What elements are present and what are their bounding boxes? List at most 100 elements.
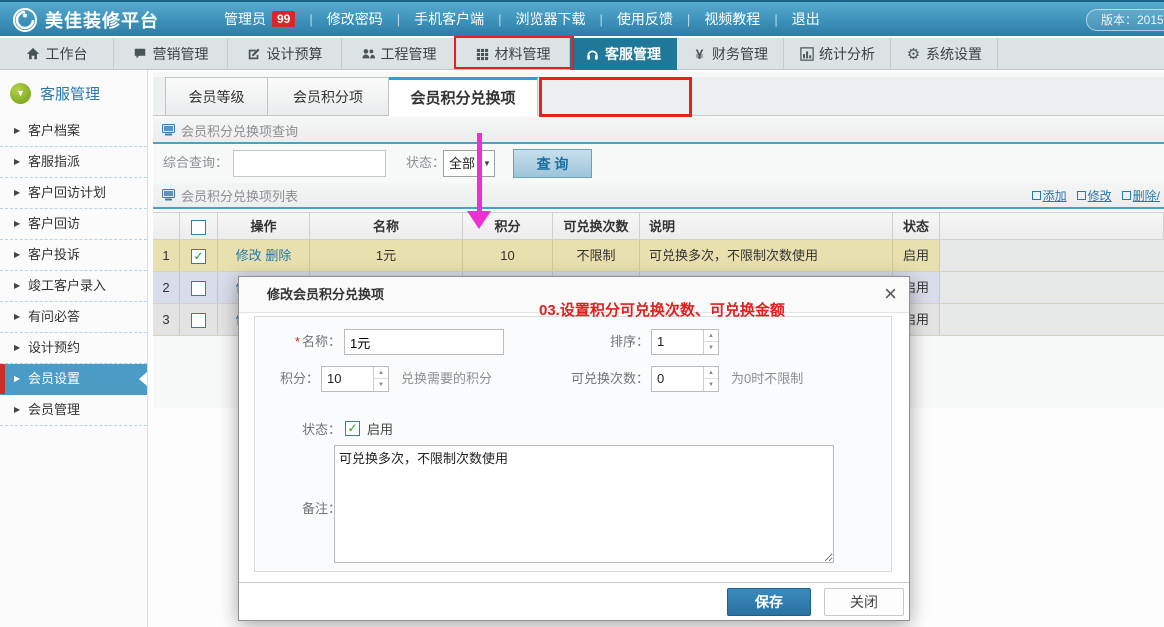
- edit-link[interactable]: 修改: [236, 248, 262, 263]
- sidebar-item-2[interactable]: ▶客户回访计划: [0, 178, 147, 209]
- stepper-up-icon[interactable]: ▲: [704, 330, 718, 342]
- sidebar-item-label: 客户回访计划: [28, 185, 106, 200]
- header-menu-item[interactable]: 退出: [778, 9, 834, 29]
- nav-tab-label: 工程管理: [381, 44, 437, 64]
- content-tab-0[interactable]: 会员等级: [165, 77, 268, 116]
- triangle-right-icon: ▶: [14, 271, 20, 301]
- list-link-label: 修改: [1088, 187, 1112, 204]
- row-index: 2: [153, 272, 180, 303]
- cell-filler: [940, 240, 1164, 271]
- sort-stepper[interactable]: 1 ▲▼: [651, 329, 719, 355]
- chat-icon: [133, 47, 148, 62]
- list-section-header: 会员积分兑换项列表 添加 修改删除/: [153, 183, 1164, 209]
- monitor-icon: [162, 189, 175, 201]
- required-asterisk: *: [295, 334, 300, 349]
- sidebar-item-label: 客户档案: [28, 123, 80, 138]
- sidebar-item-7[interactable]: ▶设计预约: [0, 333, 147, 364]
- remark-textarea[interactable]: 可兑换多次，不限制次数使用: [334, 445, 834, 563]
- select-all-checkbox[interactable]: [191, 220, 206, 235]
- enabled-checkbox[interactable]: ✓: [345, 421, 360, 436]
- row-checkbox-cell: [180, 304, 218, 335]
- square-icon: [1077, 191, 1086, 200]
- home-icon: [26, 47, 41, 62]
- times-label: 可兑换次数：: [521, 366, 649, 392]
- delete-link[interactable]: 删除: [265, 248, 291, 263]
- row-index: 1: [153, 240, 180, 271]
- close-button[interactable]: 关闭: [824, 588, 904, 616]
- admin-menu-item[interactable]: 管理员 99: [210, 9, 309, 29]
- circle-chevron-down-icon[interactable]: ▼: [10, 83, 31, 104]
- row-checkbox[interactable]: ✓: [191, 249, 206, 264]
- name-field[interactable]: [344, 329, 504, 355]
- times-stepper[interactable]: 0 ▲▼: [651, 366, 719, 392]
- nav-tab-grid[interactable]: 材料管理: [456, 38, 570, 70]
- grid-icon: [475, 47, 490, 62]
- stepper-down-icon[interactable]: ▼: [374, 379, 388, 391]
- sidebar-item-0[interactable]: ▶客户档案: [0, 116, 147, 147]
- list-link-添加[interactable]: 添加: [1032, 187, 1067, 204]
- header-cell-5: 状态: [893, 213, 940, 239]
- sidebar-item-5[interactable]: ▶ 竣工客户录入: [0, 271, 147, 302]
- sidebar-item-label: 竣工客户录入: [28, 278, 106, 293]
- status-select[interactable]: 全部 ▼: [443, 150, 495, 177]
- header-menu-item[interactable]: 视频教程: [690, 9, 774, 29]
- points-label: 积分：: [257, 366, 319, 392]
- table-row-1: 1✓修改 删除1元10不限制可兑换多次，不限制次数使用启用: [153, 240, 1164, 272]
- stepper-down-icon[interactable]: ▼: [704, 379, 718, 391]
- header-menu-item[interactable]: 使用反馈: [603, 9, 687, 29]
- row-index: 3: [153, 304, 180, 335]
- sidebar-item-4[interactable]: ▶客户投诉: [0, 240, 147, 271]
- annotation-arrow-head: [467, 211, 491, 229]
- sidebar-item-9[interactable]: ▶会员管理: [0, 395, 147, 426]
- header-cell-3: 可兑换次数: [553, 213, 640, 239]
- list-link-修改[interactable]: 修改: [1077, 187, 1112, 204]
- nav-tab-chart[interactable]: 统计分析: [784, 38, 891, 70]
- nav-tab-home[interactable]: 工作台: [0, 38, 114, 70]
- list-link-label: 添加: [1043, 187, 1067, 204]
- nav-tab-edit[interactable]: 设计预算: [228, 38, 342, 70]
- header-menu-item[interactable]: 修改密码: [313, 9, 397, 29]
- save-button[interactable]: 保存: [727, 588, 811, 616]
- stepper-down-icon[interactable]: ▼: [704, 342, 718, 354]
- yen-icon: ¥: [692, 47, 707, 62]
- sidebar-item-6[interactable]: ▶有问必答: [0, 302, 147, 333]
- monitor-icon: [162, 124, 175, 136]
- close-icon[interactable]: ×: [884, 281, 897, 307]
- query-section-header: 会员积分兑换项查询: [153, 118, 1164, 144]
- list-section-title: 会员积分兑换项列表: [181, 186, 298, 205]
- search-button[interactable]: 查 询: [513, 149, 592, 178]
- nav-tab-headset[interactable]: 客服管理: [570, 38, 677, 70]
- sidebar-item-3[interactable]: ▶客户回访: [0, 209, 147, 240]
- sidebar-item-1[interactable]: ▶客服指派: [0, 147, 147, 178]
- nav-tab-users[interactable]: 工程管理: [342, 38, 456, 70]
- query-section-title: 会员积分兑换项查询: [181, 121, 298, 140]
- stepper-up-icon[interactable]: ▲: [704, 367, 718, 379]
- main-nav: 工作台营销管理设计预算 工程管理材料管理客服管理 ¥ 财务管理统计分析⚙系统设置: [0, 38, 1164, 70]
- remark-label: 备注：: [273, 499, 341, 519]
- content-tab-1[interactable]: 会员积分项: [268, 77, 389, 116]
- sidebar-item-8[interactable]: ▶会员设置: [0, 364, 147, 395]
- row-checkbox[interactable]: [191, 313, 206, 328]
- chart-icon: [799, 47, 814, 62]
- nav-tab-chat[interactable]: 营销管理: [114, 38, 228, 70]
- stepper-up-icon[interactable]: ▲: [374, 367, 388, 379]
- points-stepper[interactable]: 10 ▲▼: [321, 366, 389, 392]
- gear-icon: ⚙: [906, 47, 921, 62]
- header-menu-item[interactable]: 浏览器下载: [502, 9, 600, 29]
- row-checkbox[interactable]: [191, 281, 206, 296]
- header-menu-item[interactable]: 手机客户端: [400, 9, 498, 29]
- sidebar-item-label: 设计预约: [28, 340, 80, 355]
- triangle-right-icon: ▶: [14, 395, 20, 425]
- annotation-arrow-line: [477, 133, 482, 213]
- nav-tab-yen[interactable]: ¥ 财务管理: [677, 38, 784, 70]
- cell-actions: 修改 删除: [218, 240, 310, 271]
- keyword-input[interactable]: [233, 150, 386, 177]
- cell-filler: [940, 272, 1164, 303]
- status-field-label: 状态：: [257, 420, 341, 440]
- notification-badge[interactable]: 99: [272, 11, 295, 27]
- header-cell-index: [153, 213, 180, 239]
- list-link-删除/[interactable]: 删除/: [1122, 187, 1160, 204]
- nav-tab-gear[interactable]: ⚙系统设置: [891, 38, 998, 70]
- content-tab-2[interactable]: 会员积分兑换项: [389, 77, 538, 116]
- nav-tab-label: 财务管理: [712, 44, 768, 64]
